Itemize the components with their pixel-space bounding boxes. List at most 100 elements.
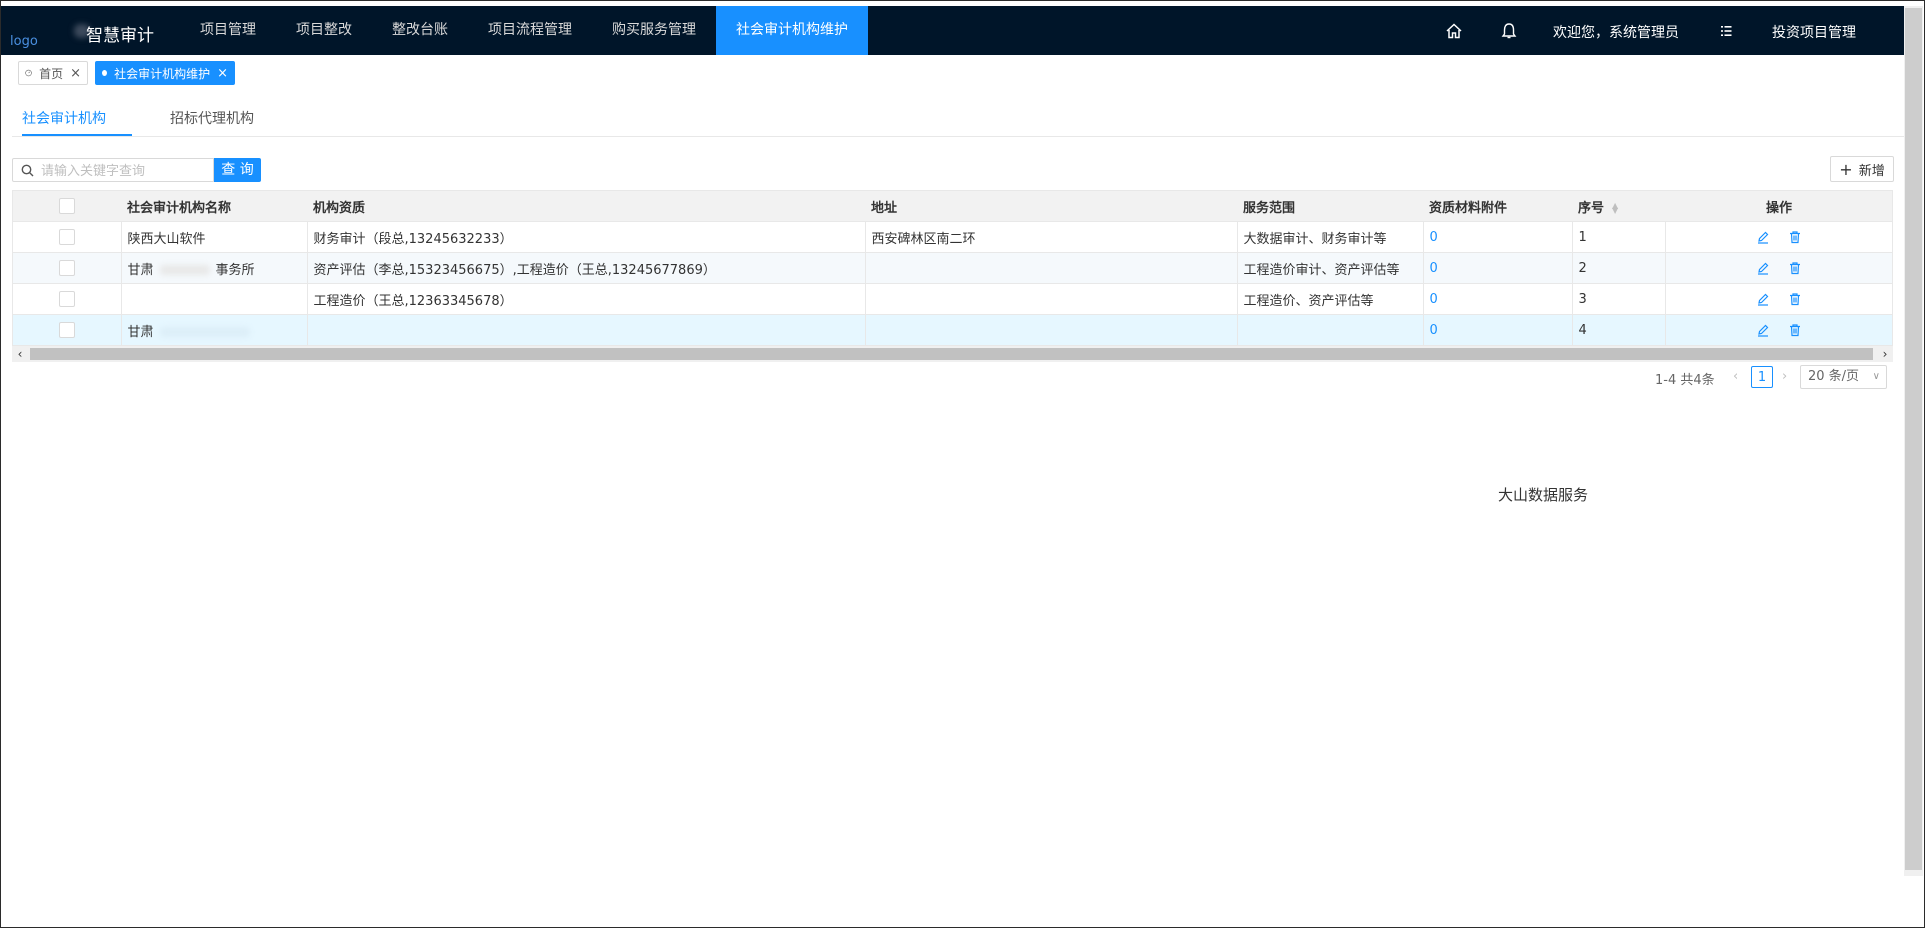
tag-home[interactable]: 首页 ×: [18, 61, 88, 85]
tab-bidding-agency[interactable]: 招标代理机构: [170, 108, 254, 128]
cell-qualification: 工程造价（王总,12363345678）: [307, 283, 866, 315]
close-icon[interactable]: ×: [217, 66, 228, 81]
delete-icon[interactable]: [1788, 261, 1802, 275]
add-button[interactable]: + 新增: [1830, 156, 1894, 182]
cell-attachments-link[interactable]: 0: [1423, 283, 1573, 315]
sub-tabs: 社会审计机构 招标代理机构: [12, 100, 1904, 137]
main-nav: 项目管理 项目整改 整改台账 项目流程管理 购买服务管理 社会审计机构维护: [180, 6, 868, 55]
top-navbar: logo 智慧审计 项目管理 项目整改 整改台账 项目流程管理 购买服务管理 社…: [0, 6, 1904, 55]
query-button[interactable]: 查 询: [214, 158, 261, 182]
cell-index: 1: [1572, 221, 1666, 253]
cell-scope: 工程造价、资产评估等: [1237, 283, 1424, 315]
col-header-index[interactable]: 序号 ▲ ▼: [1572, 191, 1665, 222]
cell-index: 4: [1572, 314, 1666, 346]
cell-actions: [1665, 221, 1892, 253]
next-page-icon[interactable]: ›: [1782, 369, 1787, 384]
footer-text: 大山数据服务: [1498, 486, 1589, 504]
search-icon: [21, 164, 34, 177]
vertical-scrollbar-thumb[interactable]: [1905, 8, 1922, 870]
select-all-cell: [13, 191, 121, 222]
col-header-scope: 服务范围: [1237, 191, 1423, 222]
table-row: 工程造价（王总,12363345678） 工程造价、资产评估等 0 3: [13, 283, 1892, 315]
delete-icon[interactable]: [1788, 292, 1802, 306]
delete-icon[interactable]: [1788, 323, 1802, 337]
prev-page-icon[interactable]: ‹: [1733, 369, 1738, 384]
row-select-cell: [13, 283, 122, 315]
close-icon[interactable]: ×: [70, 66, 81, 81]
row-checkbox[interactable]: [58, 229, 75, 245]
cell-attachments-link[interactable]: 0: [1423, 221, 1573, 253]
edit-icon[interactable]: [1756, 292, 1770, 306]
nav-item-audit-agency[interactable]: 社会审计机构维护: [716, 6, 868, 55]
tag-home-label: 首页: [39, 66, 64, 81]
cell-qualification: 财务审计（段总,13245632233）: [307, 221, 866, 253]
cell-name-suffix: 事务所: [215, 262, 255, 278]
cell-attachments-link[interactable]: 0: [1423, 314, 1573, 346]
nav-item-project-management[interactable]: 项目管理: [180, 6, 276, 55]
dashboard-icon: [25, 69, 32, 77]
pagination-total: 1-4 共4条: [1655, 373, 1715, 388]
cell-qualification: 资产评估（李总,15323456675）,工程造价（王总,13245677869…: [307, 252, 866, 284]
col-header-index-label: 序号: [1578, 200, 1605, 216]
app-title: 智慧审计: [86, 26, 154, 46]
table-header-row: 社会审计机构名称 机构资质 地址 服务范围 资质材料附件 序号 ▲ ▼ 操作: [13, 191, 1892, 222]
cell-address: [865, 314, 1238, 346]
cell-address: [865, 283, 1238, 315]
cell-scope: 大数据审计、财务审计等: [1237, 221, 1424, 253]
project-switch[interactable]: 投资项目管理: [1772, 22, 1856, 42]
tag-bar: 首页 × 社会审计机构维护 ×: [0, 55, 1904, 93]
cell-attachments-link[interactable]: 0: [1423, 252, 1573, 284]
edit-icon[interactable]: [1756, 323, 1770, 337]
active-dot-icon: [102, 70, 108, 76]
table-row: 陕西大山软件 财务审计（段总,13245632233） 西安碑林区南二环 大数据…: [13, 221, 1892, 253]
welcome-text: 欢迎您，系统管理员: [1553, 25, 1679, 41]
cell-actions: [1665, 283, 1892, 315]
row-checkbox[interactable]: [58, 291, 75, 307]
home-icon[interactable]: [1445, 22, 1463, 40]
scroll-right-icon[interactable]: ›: [1877, 346, 1893, 362]
bell-icon[interactable]: [1500, 22, 1518, 40]
row-checkbox[interactable]: [58, 260, 75, 276]
chevron-down-icon: ∨: [1872, 371, 1880, 382]
row-select-cell: [13, 314, 122, 346]
page-size-value: 20 条/页: [1808, 369, 1860, 384]
cell-index: 2: [1572, 252, 1666, 284]
page-number[interactable]: 1: [1751, 366, 1773, 388]
sort-icon[interactable]: ▲ ▼: [1612, 202, 1618, 215]
horizontal-scrollbar-thumb[interactable]: [30, 348, 1873, 360]
search-input[interactable]: [39, 161, 213, 181]
edit-icon[interactable]: [1756, 261, 1770, 275]
edit-icon[interactable]: [1756, 230, 1770, 244]
cell-name-text: 甘肃: [127, 324, 154, 340]
cell-scope: 工程造价审计、资产评估等: [1237, 252, 1424, 284]
tab-audit-agency[interactable]: 社会审计机构: [22, 108, 106, 128]
cell-address: 西安碑林区南二环: [865, 221, 1238, 253]
table-row: 甘肃 事务所 资产评估（李总,15323456675）,工程造价（王总,13245…: [13, 252, 1892, 284]
window-frame: [0, 0, 1925, 928]
nav-item-rectification-ledger[interactable]: 整改台账: [372, 6, 468, 55]
select-all-checkbox[interactable]: [59, 198, 75, 214]
nav-item-purchase-services[interactable]: 购买服务管理: [592, 6, 716, 55]
cell-qualification: [307, 314, 866, 346]
tag-current-label: 社会审计机构维护: [114, 66, 211, 81]
page-size-select[interactable]: 20 条/页 ∨: [1800, 365, 1887, 389]
redacted-text: [159, 265, 210, 275]
row-select-cell: [13, 252, 122, 284]
cell-name: 甘肃 事务所: [121, 252, 308, 284]
list-icon[interactable]: [1717, 22, 1735, 40]
cell-actions: [1665, 252, 1892, 284]
row-checkbox[interactable]: [58, 322, 75, 338]
scroll-left-icon[interactable]: ‹: [12, 346, 28, 362]
cell-name: 甘肃: [121, 314, 308, 346]
delete-icon[interactable]: [1788, 230, 1802, 244]
cell-name: [121, 283, 308, 315]
col-header-attachments: 资质材料附件: [1423, 191, 1572, 222]
tab-ink-bar: [22, 134, 132, 136]
logo: logo: [10, 34, 38, 49]
nav-item-project-workflow[interactable]: 项目流程管理: [468, 6, 592, 55]
add-button-label: 新增: [1858, 163, 1885, 179]
nav-item-project-rectification[interactable]: 项目整改: [276, 6, 372, 55]
cell-name-text: 甘肃: [127, 262, 154, 278]
col-header-name: 社会审计机构名称: [121, 191, 307, 222]
tag-current[interactable]: 社会审计机构维护 ×: [95, 61, 235, 85]
